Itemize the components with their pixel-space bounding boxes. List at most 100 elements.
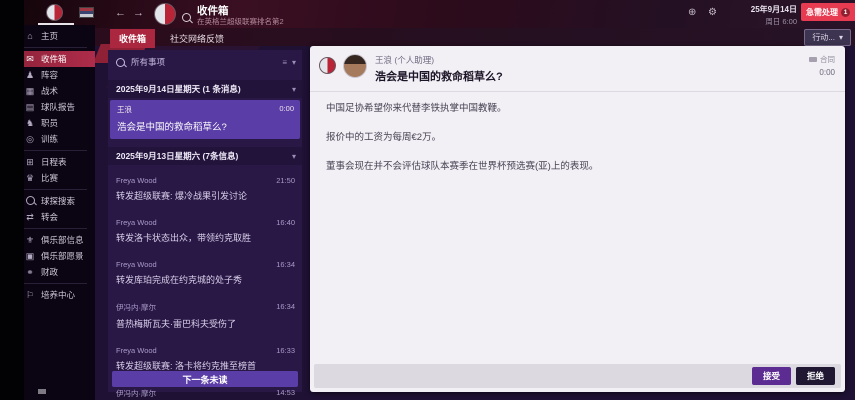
search-icon bbox=[182, 13, 191, 22]
message-title: 浩会是中国的救命稻草么? bbox=[375, 71, 503, 83]
sidebar-label: 培养中心 bbox=[41, 290, 76, 300]
message-time: 16:34 bbox=[276, 260, 295, 269]
sidebar-label: 财政 bbox=[41, 267, 59, 277]
list-item-selected[interactable]: 王浪 0:00 浩会是中国的救命稻草么? bbox=[110, 100, 300, 139]
trophy-icon: ♛ bbox=[25, 172, 35, 183]
filter-all-items-label: 所有事项 bbox=[131, 57, 166, 67]
message-body: 中国足协希望你来代替李铁执掌中国教鞭。 报价中的工资为每周€2万。 董事会现在并… bbox=[310, 92, 845, 198]
fm-window: ← → 收件箱 在英格兰超级联赛排名第2 ⊕ ⚙ 25年9月14日 周日 6:0… bbox=[0, 0, 855, 400]
sidebar-label: 收件箱 bbox=[41, 54, 67, 64]
chevron-down-icon[interactable]: ▾ bbox=[292, 58, 296, 67]
actions-label: 行动... bbox=[812, 33, 835, 42]
message-header: 王浪 (个人助理) 浩会是中国的救命稻草么? 合同 0:00 bbox=[310, 46, 845, 92]
transfer-arrows-icon: ⇄ bbox=[26, 211, 34, 222]
contract-tag-icon bbox=[809, 57, 817, 62]
date-text: 25年9月14日 bbox=[750, 5, 797, 14]
sidebar-label: 训练 bbox=[41, 134, 59, 144]
sidebar-label: 转会 bbox=[41, 212, 59, 222]
sidebar-label: 战术 bbox=[41, 86, 59, 96]
message-timestamp: 0:00 bbox=[819, 68, 835, 77]
shirt-icon: ♟ bbox=[25, 69, 35, 80]
continue-urgent-button[interactable]: 急需处理 1 bbox=[801, 3, 855, 21]
message-sender: 伊冯内·摩尔 bbox=[116, 303, 156, 312]
left-rail bbox=[0, 0, 24, 400]
search-icon[interactable] bbox=[182, 9, 191, 27]
chevron-down-icon: ▾ bbox=[838, 33, 843, 42]
back-arrow-icon[interactable]: ← bbox=[115, 6, 126, 20]
list-item[interactable]: 伊冯内·摩尔 16:34 普热梅斯瓦夫·雷巴科夫受伤了 bbox=[108, 298, 302, 335]
message-time: 16:34 bbox=[276, 302, 295, 311]
list-item[interactable]: Freya Wood 16:40 转发洛卡状态出众，带领约克取胜 bbox=[108, 214, 302, 249]
sidebar-label: 球探搜索 bbox=[41, 196, 76, 206]
message-sender: Freya Wood bbox=[116, 260, 157, 269]
message-time: 0:00 bbox=[279, 104, 294, 113]
message-sender: Freya Wood bbox=[116, 176, 157, 185]
training-icon: ◎ bbox=[26, 133, 34, 144]
scout-search-icon bbox=[24, 195, 36, 207]
date-group-header[interactable]: 2025年9月13日星期六 (7条信息) ▾ bbox=[108, 147, 302, 165]
settings-gear-icon[interactable]: ⚙ bbox=[708, 7, 717, 18]
chevron-down-icon: ▾ bbox=[291, 151, 296, 161]
tab-inbox[interactable]: 收件箱 bbox=[110, 29, 156, 48]
shield-icon: ⚜ bbox=[25, 234, 35, 245]
reject-button[interactable]: 拒绝 bbox=[795, 367, 835, 385]
actions-dropdown-button[interactable]: 行动... ▾ bbox=[804, 29, 851, 46]
sort-menu-icon[interactable]: ≡ bbox=[282, 58, 287, 67]
nation-flag-tab-icon[interactable] bbox=[79, 7, 94, 18]
sidebar-divider bbox=[24, 47, 87, 48]
message-paragraph: 报价中的工资为每周€2万。 bbox=[326, 131, 442, 143]
message-time: 16:33 bbox=[276, 346, 295, 355]
globe-icon[interactable]: ⊕ bbox=[688, 7, 696, 18]
club-crest-icon bbox=[319, 57, 336, 74]
mail-icon: ✉ bbox=[26, 53, 34, 64]
tab-social-feedback[interactable]: 社交网络反馈 bbox=[161, 29, 233, 48]
date-group-header[interactable]: 2025年9月14日星期天 (1 条消息) ▾ bbox=[108, 80, 302, 98]
next-unread-button[interactable]: 下一条未读 bbox=[112, 371, 298, 387]
briefcase-icon: ▣ bbox=[25, 250, 35, 261]
home-icon: ⌂ bbox=[27, 31, 33, 41]
forward-arrow-icon[interactable]: → bbox=[133, 6, 144, 20]
message-time: 14:53 bbox=[276, 388, 295, 397]
sidebar-label: 俱乐部愿景 bbox=[41, 251, 84, 261]
sender-name: 王浪 (个人助理) bbox=[375, 55, 435, 65]
urgent-count-badge: 1 bbox=[841, 7, 850, 17]
sidebar-label: 比赛 bbox=[41, 173, 59, 183]
sidebar-divider bbox=[24, 189, 87, 190]
day-time-text: 周日 6:00 bbox=[765, 17, 797, 26]
chevron-down-icon: ▾ bbox=[291, 84, 296, 94]
sidebar-label: 职员 bbox=[41, 118, 59, 128]
sidebar-divider bbox=[24, 150, 87, 151]
sidebar-divider bbox=[24, 228, 87, 229]
message-paragraph: 中国足协希望你来代替李铁执掌中国教鞭。 bbox=[326, 103, 507, 114]
message-sender: Freya Wood bbox=[116, 346, 157, 355]
group-date-label: 2025年9月13日星期六 (7条信息) bbox=[116, 151, 239, 161]
sidebar-label: 主页 bbox=[41, 31, 59, 41]
staff-icon: ♞ bbox=[25, 117, 35, 128]
whistle-icon: ⚐ bbox=[25, 289, 35, 300]
sidebar-divider bbox=[24, 283, 87, 284]
message-category: 合同 bbox=[820, 55, 835, 64]
sidebar-label: 球队报告 bbox=[41, 102, 76, 112]
message-subject: 浩会是中国的救命稻草么? bbox=[117, 122, 227, 133]
inbox-message-list: 所有事项 ≡ ▾ 2025年9月14日星期天 (1 条消息) ▾ 王浪 0:00… bbox=[108, 50, 302, 398]
sidebar-label: 俱乐部信息 bbox=[41, 235, 84, 245]
club-crest-tab-icon[interactable] bbox=[46, 4, 63, 21]
message-subject: 普热梅斯瓦夫·雷巴科夫受伤了 bbox=[116, 319, 236, 329]
group-date-label: 2025年9月14日星期天 (1 条消息) bbox=[116, 84, 241, 94]
message-subject: 转发库珀完成在约克城的处子秀 bbox=[116, 275, 243, 285]
search-icon bbox=[116, 57, 125, 67]
inbox-tabs: 收件箱 社交网络反馈 bbox=[110, 29, 233, 48]
tactics-board-icon: ▦ bbox=[25, 85, 35, 96]
accept-button[interactable]: 接受 bbox=[751, 367, 791, 385]
sidebar-label: 日程表 bbox=[41, 157, 67, 167]
message-sender: 伊冯内·摩尔 bbox=[116, 389, 156, 398]
list-item[interactable]: Freya Wood 16:34 转发库珀完成在约克城的处子秀 bbox=[108, 256, 302, 291]
list-filter-row[interactable]: 所有事项 ≡ ▾ bbox=[108, 50, 302, 72]
message-paragraph: 董事会现在并不会评估球队本赛季在世界杯预选赛(亚)上的表现。 bbox=[326, 160, 599, 172]
message-time: 21:50 bbox=[276, 176, 295, 185]
coins-icon: ⚭ bbox=[26, 266, 34, 277]
list-item[interactable]: Freya Wood 21:50 转发超级联赛: 爆冷战果引发讨论 bbox=[108, 172, 302, 207]
sidebar-label: 阵容 bbox=[41, 70, 59, 80]
sender-avatar bbox=[343, 54, 367, 78]
message-time: 16:40 bbox=[276, 218, 295, 227]
